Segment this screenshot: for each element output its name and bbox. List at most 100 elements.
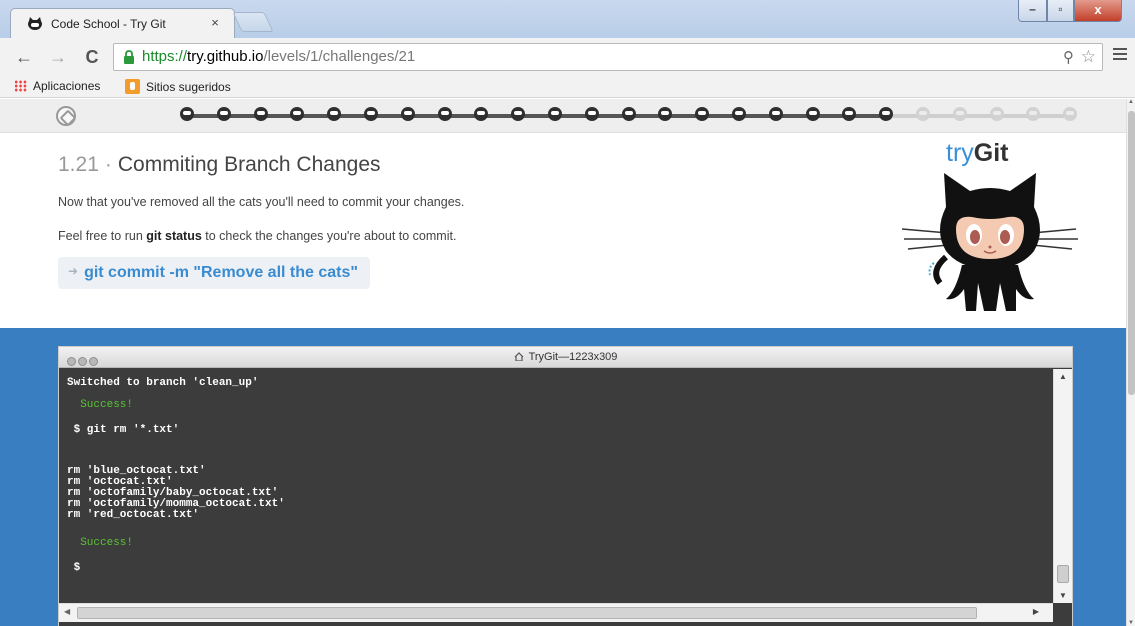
suggested-command-button[interactable]: ➜ git commit -m "Remove all the cats" bbox=[58, 257, 370, 289]
house-icon bbox=[514, 352, 523, 361]
progress-step-24[interactable] bbox=[1026, 107, 1041, 121]
scroll-left-arrow-icon[interactable]: ◀ bbox=[64, 607, 70, 616]
reload-icon[interactable]: C bbox=[82, 47, 102, 67]
minimize-button[interactable]: – bbox=[1018, 0, 1047, 22]
terminal-titlebar: TryGit—1223x309 bbox=[59, 347, 1072, 368]
page-scroll-thumb[interactable] bbox=[1128, 111, 1135, 395]
maximize-button[interactable]: ▫ bbox=[1047, 0, 1074, 22]
suggested-command: git commit -m "Remove all the cats" bbox=[84, 264, 358, 281]
terminal-horizontal-scrollbar[interactable]: ◀ ▶ bbox=[59, 603, 1053, 622]
progress-step-15[interactable] bbox=[695, 107, 710, 121]
bookmarks-bar: Aplicaciones Sitios sugeridos bbox=[0, 76, 1135, 98]
progress-home-icon[interactable] bbox=[56, 106, 76, 126]
scroll-up-arrow-icon[interactable]: ▲ bbox=[1054, 372, 1072, 381]
page-title: 1.21 · Commiting Branch Changes bbox=[58, 153, 878, 177]
lesson-title: Commiting Branch Changes bbox=[117, 153, 381, 176]
progress-step-21[interactable] bbox=[916, 107, 930, 121]
terminal-output[interactable]: Switched to branch 'clean_up' Success! $… bbox=[67, 369, 1047, 603]
octocat-favicon-icon bbox=[28, 17, 42, 30]
tab-close-icon[interactable]: × bbox=[208, 15, 222, 30]
lesson-panel: 1.21 · Commiting Branch Changes Now that y… bbox=[58, 153, 878, 289]
octocat-mascot-icon bbox=[901, 173, 1078, 311]
progress-step-23[interactable] bbox=[989, 107, 1004, 121]
progress-step-1[interactable] bbox=[180, 107, 194, 121]
progress-step-20[interactable] bbox=[879, 107, 894, 121]
terminal-scroll-thumb[interactable] bbox=[1057, 565, 1069, 583]
page-scroll-down-icon[interactable]: ▼ bbox=[1127, 620, 1135, 626]
page-content: 1.21 · Commiting Branch Changes Now that y… bbox=[0, 99, 1126, 626]
zoom-magnifier-icon[interactable]: ⚲ bbox=[1063, 48, 1074, 66]
progress-step-12[interactable] bbox=[584, 107, 599, 121]
lock-icon bbox=[124, 50, 134, 64]
logo-try: try bbox=[946, 139, 974, 167]
url-scheme: https:// bbox=[142, 48, 188, 65]
terminal-line: rm 'red_octocat.txt' bbox=[67, 509, 200, 521]
terminal-vertical-scrollbar[interactable]: ▲ ▼ bbox=[1053, 369, 1072, 603]
scroll-down-arrow-icon[interactable]: ▼ bbox=[1054, 591, 1072, 600]
url-host: try.github.io bbox=[187, 48, 264, 65]
close-window-button[interactable]: x bbox=[1074, 0, 1122, 22]
instruction-text-1: Now that you've removed all the cats you… bbox=[58, 195, 465, 209]
page-vertical-scrollbar[interactable]: ▲ ▼ bbox=[1126, 99, 1135, 626]
bookmark-apps[interactable]: Aplicaciones bbox=[14, 79, 100, 93]
close-icon: x bbox=[1094, 2, 1102, 17]
progress-step-14[interactable] bbox=[658, 107, 673, 121]
browser-toolbar: ← → C https://try.github.io/levels/1/cha… bbox=[0, 38, 1135, 76]
progress-step-7[interactable] bbox=[400, 107, 415, 121]
progress-step-9[interactable] bbox=[474, 107, 489, 121]
instruction-2-pre: Feel free to run bbox=[58, 229, 147, 243]
progress-step-18[interactable] bbox=[805, 107, 820, 121]
progress-step-13[interactable] bbox=[621, 107, 636, 121]
progress-step-16[interactable] bbox=[732, 107, 746, 121]
terminal-window[interactable]: TryGit—1223x309 Switched to branch 'clea… bbox=[58, 346, 1073, 626]
instruction-2-command: git status bbox=[146, 229, 202, 243]
bookmark-suggested-label: Sitios sugeridos bbox=[146, 80, 231, 94]
progress-step-3[interactable] bbox=[253, 107, 268, 121]
progress-step-22[interactable] bbox=[952, 107, 967, 121]
terminal-title: TryGit—1223x309 bbox=[59, 351, 1072, 363]
terminal-line: Switched to branch 'clean_up' bbox=[67, 377, 259, 389]
progress-step-6[interactable] bbox=[364, 107, 378, 121]
chrome-menu-icon[interactable] bbox=[1113, 48, 1127, 62]
browser-tab-active[interactable]: Code School - Try Git × bbox=[10, 8, 235, 38]
page-scroll-up-icon[interactable]: ▲ bbox=[1127, 99, 1135, 105]
forward-arrow-icon[interactable]: → bbox=[48, 47, 68, 67]
instruction-2-post: to check the changes you're about to com… bbox=[201, 229, 457, 243]
progress-step-10[interactable] bbox=[511, 107, 526, 121]
progress-step-19[interactable] bbox=[842, 107, 857, 121]
trygit-logo: tryGit bbox=[946, 139, 1009, 168]
command-arrow-icon: ➜ bbox=[68, 264, 79, 278]
scroll-right-arrow-icon[interactable]: ▶ bbox=[1033, 607, 1039, 616]
bookmark-star-icon[interactable]: ☆ bbox=[1081, 47, 1096, 67]
maximize-icon: ▫ bbox=[1058, 2, 1063, 16]
address-bar[interactable]: https://try.github.io/levels/1/challenge… bbox=[113, 43, 1103, 71]
url-text: https://try.github.io/levels/1/challenge… bbox=[142, 48, 415, 65]
lesson-number: 1.21 bbox=[58, 153, 99, 176]
terminal-line-success: Success! bbox=[67, 537, 134, 549]
back-arrow-icon[interactable]: ← bbox=[14, 47, 34, 67]
url-path: /levels/1/challenges/21 bbox=[263, 48, 416, 65]
instruction-text-2: Feel free to run git status to check the… bbox=[58, 229, 456, 243]
logo-git: Git bbox=[973, 139, 1009, 167]
bookmark-apps-label: Aplicaciones bbox=[33, 79, 101, 93]
progress-step-4[interactable] bbox=[290, 107, 305, 121]
terminal-hscroll-thumb[interactable] bbox=[77, 607, 977, 619]
minimize-icon: – bbox=[1029, 2, 1036, 16]
terminal-line-command: $ git rm '*.txt' bbox=[67, 424, 180, 436]
challenge-progress-bar bbox=[0, 99, 1126, 133]
browser-titlebar: Code School - Try Git × – ▫ x bbox=[0, 0, 1135, 38]
title-separator: · bbox=[104, 153, 112, 176]
terminal-prompt[interactable]: $ bbox=[67, 563, 81, 574]
tab-title: Code School - Try Git bbox=[51, 17, 166, 31]
progress-step-11[interactable] bbox=[548, 107, 562, 121]
progress-step-5[interactable] bbox=[327, 107, 342, 121]
suggested-sites-icon bbox=[125, 79, 140, 94]
progress-step-25[interactable] bbox=[1063, 107, 1078, 121]
progress-step-2[interactable] bbox=[216, 107, 231, 121]
apps-grid-icon bbox=[14, 80, 27, 92]
bookmark-suggested-sites[interactable]: Sitios sugeridos bbox=[125, 79, 231, 94]
new-tab-button[interactable] bbox=[232, 12, 274, 32]
progress-step-17[interactable] bbox=[768, 107, 783, 121]
progress-step-8[interactable] bbox=[437, 107, 452, 121]
terminal-stage: TryGit—1223x309 Switched to branch 'clea… bbox=[0, 328, 1126, 626]
